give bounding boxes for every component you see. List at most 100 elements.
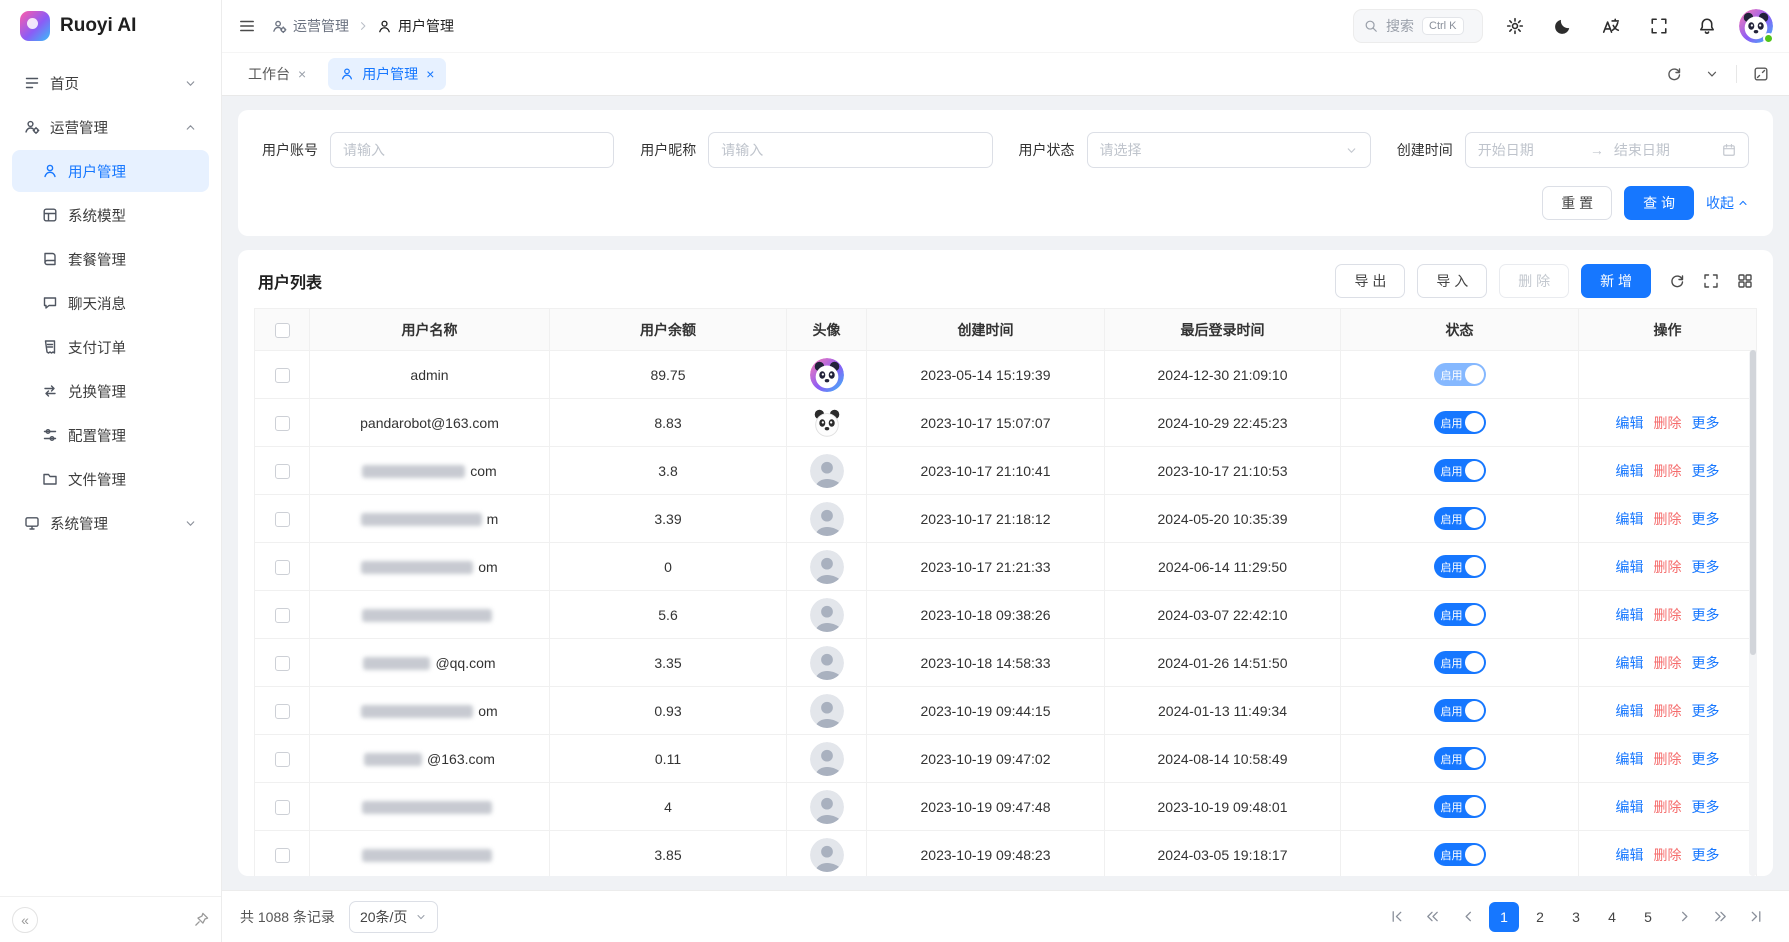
delete-link[interactable]: 删除 (1654, 655, 1682, 671)
row-checkbox[interactable] (275, 752, 290, 767)
edit-link[interactable]: 编辑 (1616, 799, 1644, 815)
column-settings-grid-icon[interactable] (1737, 273, 1753, 289)
logo[interactable]: Ruoyi AI (0, 0, 221, 52)
row-checkbox[interactable] (275, 800, 290, 815)
sidebar-item-chat[interactable]: 聊天消息 (12, 282, 209, 324)
pagination-page-4[interactable]: 4 (1597, 902, 1627, 932)
status-toggle[interactable]: 启用 (1434, 411, 1486, 434)
row-checkbox[interactable] (275, 560, 290, 575)
collapse-filter-link[interactable]: 收起 (1706, 193, 1749, 213)
more-link[interactable]: 更多 (1692, 511, 1720, 527)
row-checkbox[interactable] (275, 464, 290, 479)
row-checkbox[interactable] (275, 704, 290, 719)
more-link[interactable]: 更多 (1692, 463, 1720, 479)
delete-link[interactable]: 删除 (1654, 559, 1682, 575)
pagination-next-button[interactable] (1669, 902, 1699, 932)
edit-link[interactable]: 编辑 (1616, 511, 1644, 527)
sidebar-item-model[interactable]: 系统模型 (12, 194, 209, 236)
tab-user-management[interactable]: 用户管理 × (328, 58, 446, 90)
export-button[interactable]: 导 出 (1335, 264, 1405, 298)
edit-link[interactable]: 编辑 (1616, 415, 1644, 431)
select-all-checkbox[interactable] (275, 323, 290, 338)
status-toggle[interactable]: 启用 (1434, 603, 1486, 626)
pagination-first-button[interactable] (1381, 902, 1411, 932)
status-toggle[interactable]: 启用 (1434, 699, 1486, 722)
status-toggle[interactable]: 启用 (1434, 795, 1486, 818)
notification-bell-icon[interactable] (1691, 10, 1723, 42)
delete-link[interactable]: 删除 (1654, 847, 1682, 863)
import-button[interactable]: 导 入 (1417, 264, 1487, 298)
sidebar-item-ops[interactable]: 运营管理 (12, 106, 209, 148)
pagination-last-button[interactable] (1741, 902, 1771, 932)
delete-link[interactable]: 删除 (1654, 463, 1682, 479)
more-link[interactable]: 更多 (1692, 847, 1720, 863)
account-input[interactable] (343, 142, 601, 158)
row-checkbox[interactable] (275, 416, 290, 431)
delete-link[interactable]: 删除 (1654, 607, 1682, 623)
date-range-picker[interactable]: 开始日期 → 结束日期 (1465, 132, 1749, 168)
scrollbar-thumb[interactable] (1750, 350, 1756, 655)
edit-link[interactable]: 编辑 (1616, 607, 1644, 623)
pagination-page-2[interactable]: 2 (1525, 902, 1555, 932)
row-checkbox[interactable] (275, 368, 290, 383)
status-toggle[interactable]: 启用 (1434, 843, 1486, 866)
gear-icon[interactable] (1499, 10, 1531, 42)
delete-button[interactable]: 删 除 (1499, 264, 1569, 298)
global-search-input[interactable]: 搜索 Ctrl K (1353, 9, 1483, 43)
status-toggle[interactable]: 启用 (1434, 363, 1486, 386)
more-link[interactable]: 更多 (1692, 607, 1720, 623)
chevron-down-icon[interactable] (1698, 60, 1726, 88)
status-toggle[interactable]: 启用 (1434, 747, 1486, 770)
more-link[interactable]: 更多 (1692, 415, 1720, 431)
status-toggle[interactable]: 启用 (1434, 459, 1486, 482)
user-avatar[interactable] (1739, 9, 1773, 43)
delete-link[interactable]: 删除 (1654, 511, 1682, 527)
pagination-jump-forward-button[interactable] (1705, 902, 1735, 932)
add-button[interactable]: 新 增 (1581, 264, 1651, 298)
translate-icon[interactable] (1595, 10, 1627, 42)
sidebar-item-config[interactable]: 配置管理 (12, 414, 209, 456)
pagination-jump-back-button[interactable] (1417, 902, 1447, 932)
fullscreen-icon[interactable] (1643, 10, 1675, 42)
more-link[interactable]: 更多 (1692, 751, 1720, 767)
refresh-icon[interactable] (1660, 60, 1688, 88)
sidebar-item-package[interactable]: 套餐管理 (12, 238, 209, 280)
reset-button[interactable]: 重 置 (1542, 186, 1612, 220)
nickname-input[interactable] (721, 142, 979, 158)
sidebar-item-exchange[interactable]: 兑换管理 (12, 370, 209, 412)
row-checkbox[interactable] (275, 656, 290, 671)
edit-link[interactable]: 编辑 (1616, 703, 1644, 719)
pagination-page-3[interactable]: 3 (1561, 902, 1591, 932)
status-toggle[interactable]: 启用 (1434, 507, 1486, 530)
delete-link[interactable]: 删除 (1654, 415, 1682, 431)
row-checkbox[interactable] (275, 512, 290, 527)
dark-mode-moon-icon[interactable] (1547, 10, 1579, 42)
sidebar-item-home[interactable]: 首页 (12, 62, 209, 104)
delete-link[interactable]: 删除 (1654, 703, 1682, 719)
page-size-select[interactable]: 20条/页 (349, 901, 438, 933)
edit-link[interactable]: 编辑 (1616, 751, 1644, 767)
hamburger-menu-icon[interactable] (238, 17, 256, 35)
status-select[interactable]: 请选择 (1087, 132, 1371, 168)
more-link[interactable]: 更多 (1692, 703, 1720, 719)
more-link[interactable]: 更多 (1692, 799, 1720, 815)
breadcrumb-item-users[interactable]: 用户管理 (377, 16, 454, 36)
more-link[interactable]: 更多 (1692, 655, 1720, 671)
row-checkbox[interactable] (275, 608, 290, 623)
refresh-icon[interactable] (1669, 273, 1685, 289)
status-toggle[interactable]: 启用 (1434, 651, 1486, 674)
pin-icon[interactable] (194, 912, 209, 927)
pagination-page-1[interactable]: 1 (1489, 902, 1519, 932)
sidebar-item-system[interactable]: 系统管理 (12, 502, 209, 544)
breadcrumb-item-ops[interactable]: 运营管理 (272, 16, 349, 36)
close-icon[interactable]: × (298, 67, 306, 81)
delete-link[interactable]: 删除 (1654, 751, 1682, 767)
pagination-page-5[interactable]: 5 (1633, 902, 1663, 932)
tab-workbench[interactable]: 工作台 × (236, 58, 318, 90)
edit-link[interactable]: 编辑 (1616, 559, 1644, 575)
query-button[interactable]: 查 询 (1624, 186, 1694, 220)
more-link[interactable]: 更多 (1692, 559, 1720, 575)
content-fullscreen-icon[interactable] (1747, 60, 1775, 88)
status-toggle[interactable]: 启用 (1434, 555, 1486, 578)
sidebar-item-order[interactable]: 支付订单 (12, 326, 209, 368)
